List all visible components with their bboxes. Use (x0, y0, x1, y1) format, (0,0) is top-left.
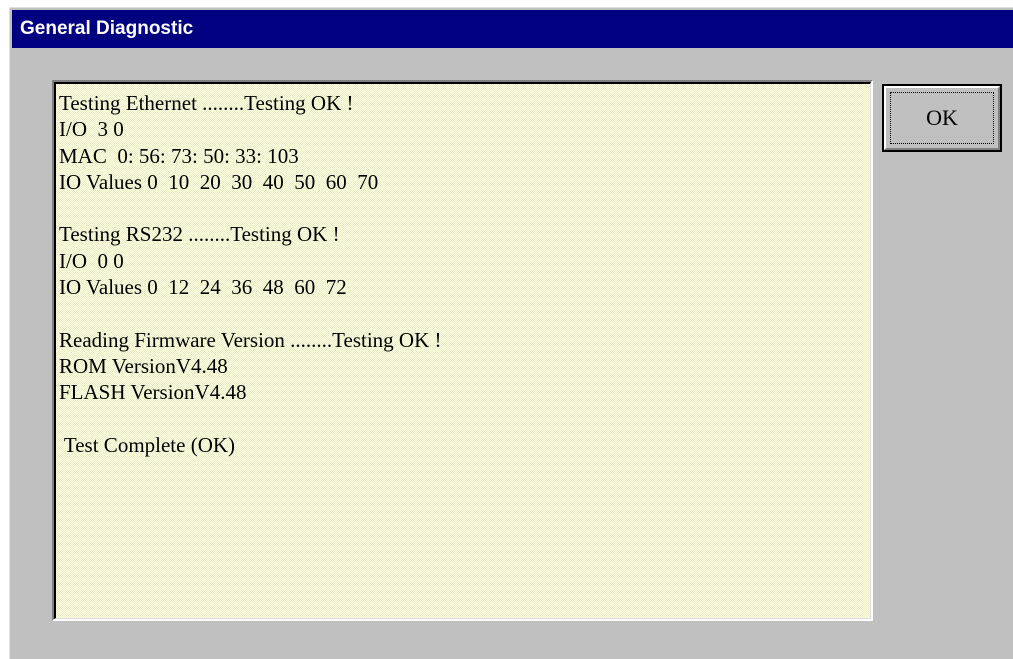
log-line: IO Values 0 10 20 30 40 50 60 70 (59, 169, 379, 194)
log-blank-line (59, 406, 866, 432)
log-line: FLASH VersionV4.48 (59, 380, 247, 405)
log-blank-line (59, 300, 866, 326)
log-line: I/O 3 0 (59, 117, 124, 142)
log-line: Test Complete (OK) (59, 432, 236, 457)
log-line: Testing RS232 ........Testing OK ! (59, 222, 340, 247)
log-output-panel[interactable]: Testing Ethernet ........Testing OK ! I/O… (52, 80, 873, 621)
log-line: MAC 0: 56: 73: 50: 33: 103 (59, 143, 299, 168)
log-blank-line (59, 195, 866, 221)
ok-button[interactable]: OK (882, 84, 1002, 152)
dialog-title: General Diagnostic (20, 18, 194, 39)
log-output-area[interactable]: Testing Ethernet ........Testing OK ! I/O… (54, 82, 871, 619)
log-line: Reading Firmware Version ........Testing… (59, 327, 442, 352)
log-line: ROM VersionV4.48 (59, 353, 228, 378)
ok-button-label: OK (926, 105, 958, 130)
log-line: IO Values 0 12 24 36 48 60 72 (59, 275, 347, 300)
ok-button-focus-rect: OK (890, 92, 994, 144)
log-lines: Testing Ethernet ........Testing OK ! I/O… (59, 90, 866, 458)
diagnostic-dialog: General Diagnostic Testing Ethernet ....… (9, 7, 1013, 659)
log-line: Testing Ethernet ........Testing OK ! (59, 91, 354, 115)
log-line: I/O 0 0 (59, 248, 124, 273)
title-bar[interactable]: General Diagnostic (12, 10, 1013, 48)
